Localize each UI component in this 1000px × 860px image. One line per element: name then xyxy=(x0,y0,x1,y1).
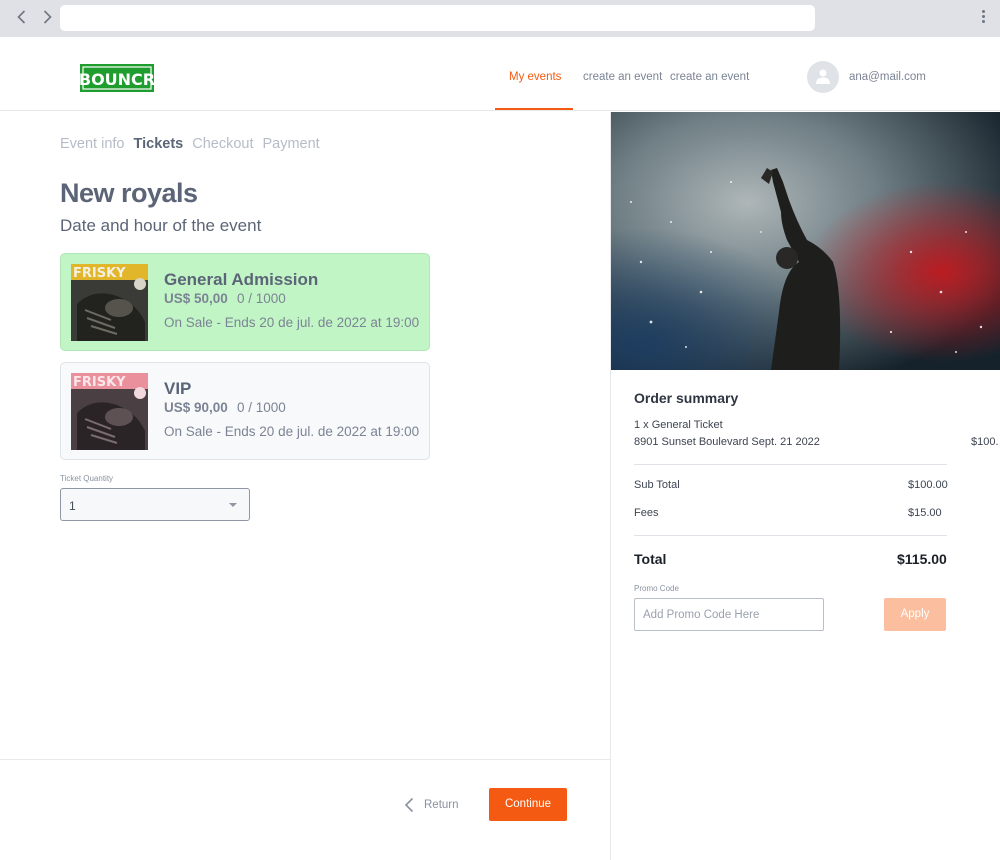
event-subtitle: Date and hour of the event xyxy=(60,216,262,235)
total-label: Total xyxy=(634,551,667,567)
chevron-left-icon[interactable] xyxy=(13,9,31,27)
ticket-quantity-value: 1 xyxy=(69,499,76,513)
site-header: BOUNCR My events create an event create … xyxy=(0,37,1000,111)
return-button[interactable]: Return xyxy=(400,793,470,817)
user-email[interactable]: ana@mail.com xyxy=(849,71,926,83)
subtotal-label: Sub Total xyxy=(634,479,680,491)
avatar[interactable] xyxy=(807,61,839,93)
ticket-availability: 0 / 1000 xyxy=(237,291,286,306)
ticket-name: General Admission xyxy=(164,270,319,289)
footer-divider xyxy=(0,759,610,760)
ticket-selection-panel: Event info Tickets Checkout Payment New roy… xyxy=(0,112,610,860)
total-value: $115.00 xyxy=(897,551,947,567)
ticket-sale-status: On Sale - Ends 20 de jul. de 2022 at 19:… xyxy=(164,424,420,439)
chevron-left-icon xyxy=(404,797,414,813)
page-title: New royals xyxy=(60,178,198,208)
svg-text:FRISKY: FRISKY xyxy=(73,266,126,281)
fees-value: $15.00 xyxy=(908,507,942,519)
active-nav-indicator xyxy=(495,108,573,110)
apply-promo-button[interactable]: Apply xyxy=(884,598,946,631)
checkout-steps: Event info Tickets Checkout Payment xyxy=(60,136,329,152)
nav-create-event[interactable]: create an event xyxy=(583,71,662,83)
ticket-sale-status: On Sale - Ends 20 de jul. de 2022 at 19:… xyxy=(164,315,420,330)
ticket-thumbnail: FRISKY xyxy=(71,264,148,341)
nav-my-events[interactable]: My events xyxy=(509,71,561,83)
ticket-price: US$ 90,00 xyxy=(164,400,228,415)
order-line-amount: $100. xyxy=(971,436,999,448)
return-label: Return xyxy=(424,799,459,811)
ticket-thumbnail: FRISKY xyxy=(71,373,148,450)
summary-divider xyxy=(634,464,947,465)
kebab-menu-icon[interactable] xyxy=(980,10,986,26)
chevron-right-icon[interactable] xyxy=(38,9,56,27)
user-icon xyxy=(816,69,830,84)
ticket-option-vip[interactable]: FRISKY VIP US$ 90,00 0 / 1000 On Sale - … xyxy=(60,362,430,460)
event-hero-image xyxy=(611,112,1000,370)
summary-divider xyxy=(634,535,947,536)
continue-button[interactable]: Continue xyxy=(489,788,567,821)
subtotal-value: $100.00 xyxy=(908,479,948,491)
nav-create-event-2[interactable]: create an event xyxy=(670,71,749,83)
bouncr-logo[interactable]: BOUNCR xyxy=(79,64,155,92)
svg-text:BOUNCR: BOUNCR xyxy=(80,70,154,89)
ticket-option-general-admission[interactable]: FRISKY General Admission US$ 50,00 0 / 1… xyxy=(60,253,430,351)
ticket-name: VIP xyxy=(164,379,192,398)
order-summary-title: Order summary xyxy=(634,390,739,406)
ticket-availability: 0 / 1000 xyxy=(237,400,286,415)
order-line-location: 8901 Sunset Boulevard Sept. 21 2022 xyxy=(634,436,820,448)
promo-code-input[interactable] xyxy=(634,598,824,631)
fees-label: Fees xyxy=(634,507,659,519)
ticket-quantity-label: Ticket Quantity xyxy=(60,474,114,483)
promo-code-label: Promo Code xyxy=(634,584,679,593)
step-checkout[interactable]: Checkout xyxy=(192,136,253,152)
ticket-quantity-select[interactable]: 1 xyxy=(60,488,250,521)
browser-toolbar xyxy=(0,0,1000,37)
caret-down-icon xyxy=(229,503,237,507)
step-payment[interactable]: Payment xyxy=(262,136,319,152)
order-line-item: 1 x General Ticket xyxy=(634,419,723,431)
step-tickets[interactable]: Tickets xyxy=(134,136,184,152)
step-event-info[interactable]: Event info xyxy=(60,136,125,152)
ticket-price: US$ 50,00 xyxy=(164,291,228,306)
svg-text:FRISKY: FRISKY xyxy=(73,375,126,390)
address-bar[interactable] xyxy=(60,5,815,31)
